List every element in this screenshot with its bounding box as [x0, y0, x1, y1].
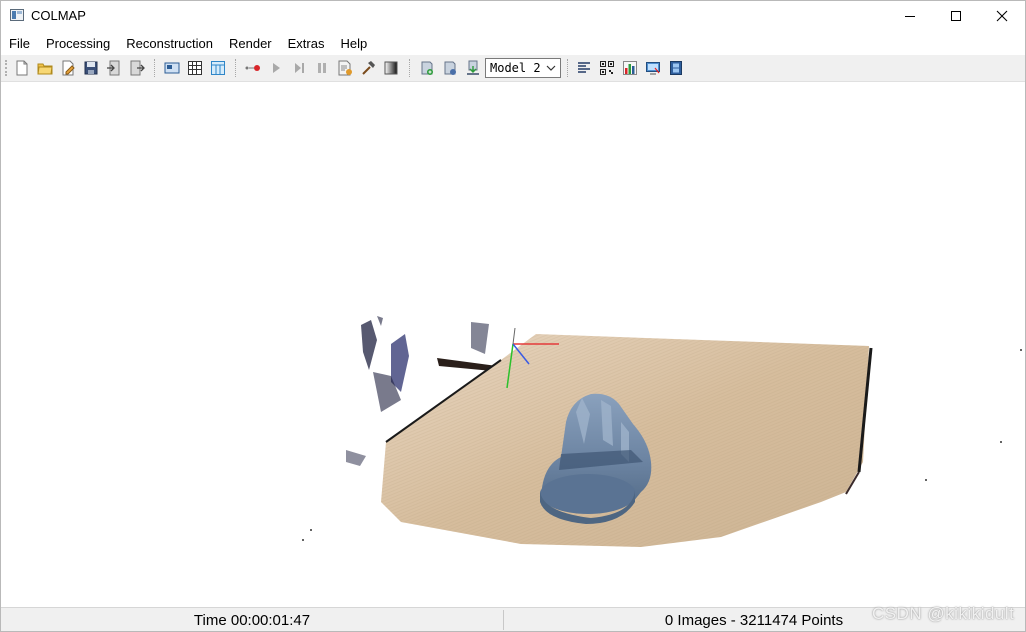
3d-viewport[interactable]	[1, 82, 1025, 606]
reconstruction-stats-button[interactable]	[621, 59, 639, 77]
auto-reconstruct-icon	[245, 65, 260, 71]
hammer-icon	[362, 61, 375, 75]
import-button[interactable]	[105, 59, 123, 77]
folder-icon	[37, 63, 53, 75]
export-model-icon	[467, 60, 479, 75]
save-icon	[84, 61, 98, 75]
close-icon	[996, 10, 1008, 22]
pause-icon	[318, 63, 326, 73]
dense-reconstruction-button[interactable]	[382, 59, 400, 77]
app-icon	[10, 9, 24, 21]
grab-image-button[interactable]	[464, 59, 482, 77]
toolbar-separator	[235, 59, 237, 77]
open-project-button[interactable]	[36, 59, 54, 77]
align-left-icon	[578, 62, 590, 73]
database-management-button[interactable]	[209, 59, 227, 77]
qr-code-icon	[600, 61, 614, 75]
colmap-window: COLMAP File Processing Reconstruction Re…	[0, 0, 1026, 632]
add-model-icon	[421, 61, 433, 75]
monitor-icon	[646, 62, 660, 75]
edit-document-icon	[62, 60, 75, 76]
edit-project-button[interactable]	[59, 59, 77, 77]
feature-matching-button[interactable]	[186, 59, 204, 77]
bar-chart-icon	[623, 61, 637, 75]
menu-processing[interactable]: Processing	[38, 34, 118, 54]
model-selector[interactable]: Model 2	[485, 58, 561, 78]
menu-extras[interactable]: Extras	[280, 34, 333, 54]
match-matrix-button[interactable]	[598, 59, 616, 77]
table-icon	[211, 61, 225, 75]
window-title: COLMAP	[31, 8, 86, 23]
step-reconstruction-button[interactable]	[290, 59, 308, 77]
title-bar[interactable]: COLMAP	[1, 1, 1025, 31]
step-icon	[295, 63, 304, 73]
menu-bar: File Processing Reconstruction Render Ex…	[1, 33, 1025, 55]
reset-view-button[interactable]	[441, 59, 459, 77]
toolbar-grip[interactable]	[5, 60, 9, 76]
start-reconstruction-button[interactable]	[267, 59, 285, 77]
maximize-icon	[951, 11, 961, 21]
point-cloud-scene	[302, 316, 1022, 547]
feature-extraction-icon	[164, 62, 180, 74]
automatic-reconstruction-button[interactable]	[244, 59, 262, 77]
menu-help[interactable]: Help	[332, 34, 375, 54]
options-document-icon	[338, 60, 352, 76]
feature-extraction-button[interactable]	[163, 59, 181, 77]
export-button[interactable]	[128, 59, 146, 77]
reconstruction-options-button[interactable]	[336, 59, 354, 77]
reconstruction-manager-button[interactable]	[667, 59, 685, 77]
log-button[interactable]	[575, 59, 593, 77]
render-options-button[interactable]	[418, 59, 436, 77]
database-icon	[444, 61, 456, 75]
grab-movie-button[interactable]	[644, 59, 662, 77]
pause-reconstruction-button[interactable]	[313, 59, 331, 77]
save-project-button[interactable]	[82, 59, 100, 77]
grid-icon	[188, 61, 202, 75]
close-button[interactable]	[979, 1, 1025, 31]
gradient-icon	[384, 61, 398, 75]
chevron-down-icon	[546, 65, 556, 71]
film-icon	[670, 61, 682, 75]
watermark: CSDN @kikikidult	[872, 604, 1015, 623]
minimize-icon	[905, 16, 915, 17]
menu-file[interactable]: File	[1, 34, 38, 54]
maximize-button[interactable]	[933, 1, 979, 31]
status-time: Time 00:00:01:47	[193, 612, 311, 629]
import-icon	[107, 60, 120, 76]
new-project-button[interactable]	[13, 59, 31, 77]
toolbar-separator	[567, 59, 569, 77]
menu-reconstruction[interactable]: Reconstruction	[118, 34, 221, 54]
minimize-button[interactable]	[887, 1, 933, 31]
play-icon	[273, 63, 280, 73]
new-document-icon	[16, 60, 28, 76]
toolbar-separator	[154, 59, 156, 77]
model-selector-value: Model 2	[490, 61, 541, 75]
menu-render[interactable]: Render	[221, 34, 280, 54]
bundle-adjustment-button[interactable]	[359, 59, 377, 77]
export-icon	[130, 60, 145, 76]
toolbar-separator	[409, 59, 411, 77]
